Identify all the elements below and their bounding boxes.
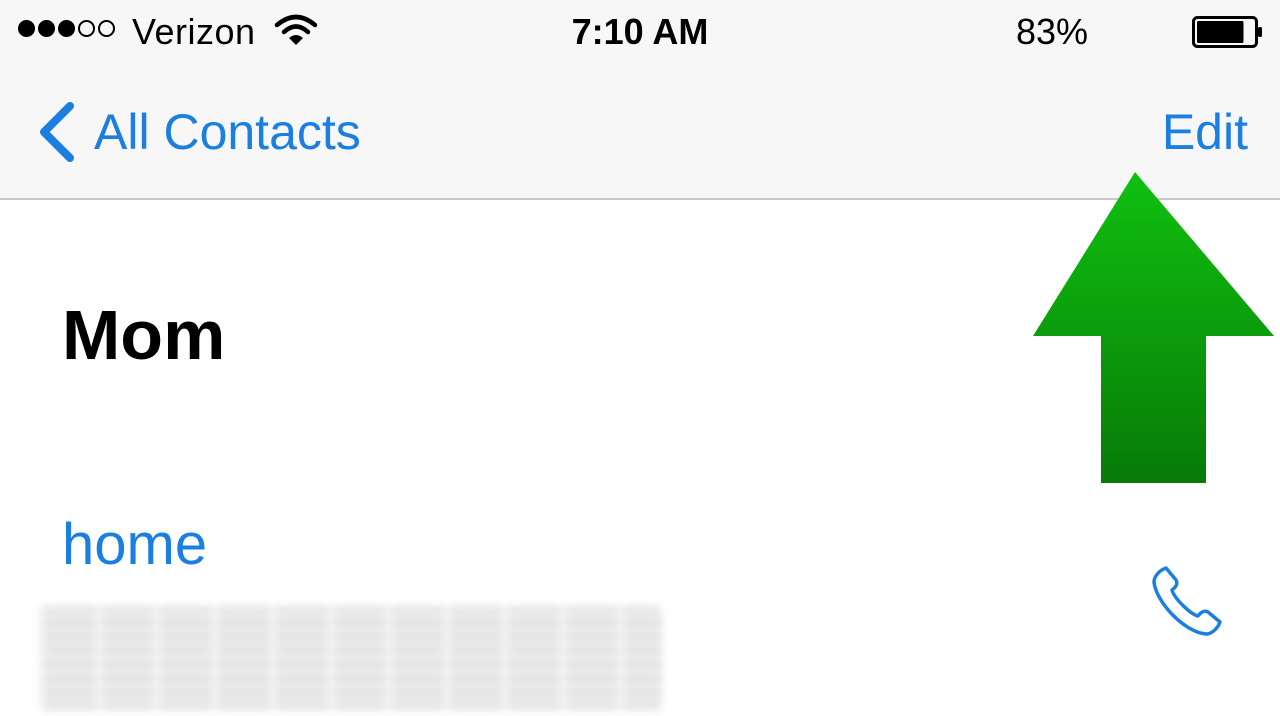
chevron-left-icon — [40, 102, 74, 162]
phone-number-redacted[interactable] — [38, 606, 662, 710]
signal-dot-filled — [38, 20, 55, 37]
phone-type-label[interactable]: home — [62, 508, 207, 582]
phone-icon[interactable] — [1146, 562, 1226, 642]
contact-detail-screen: Verizon 7:10 AM 83% All Contacts Edit Mo… — [0, 0, 1280, 716]
signal-dot-filled — [58, 20, 75, 37]
signal-dot-empty — [78, 20, 95, 37]
edit-button[interactable]: Edit — [1162, 100, 1248, 164]
contact-name: Mom — [62, 296, 226, 374]
battery-icon — [1192, 16, 1262, 48]
up-arrow-icon — [1033, 172, 1274, 483]
back-button-label: All Contacts — [94, 104, 361, 160]
signal-dot-filled — [18, 20, 35, 37]
signal-strength-indicator — [18, 20, 115, 37]
signal-dot-empty — [98, 20, 115, 37]
battery-percentage: 83% — [1015, 11, 1088, 52]
back-button[interactable]: All Contacts — [36, 100, 361, 164]
wifi-icon — [274, 14, 318, 45]
carrier-name: Verizon — [132, 11, 256, 52]
